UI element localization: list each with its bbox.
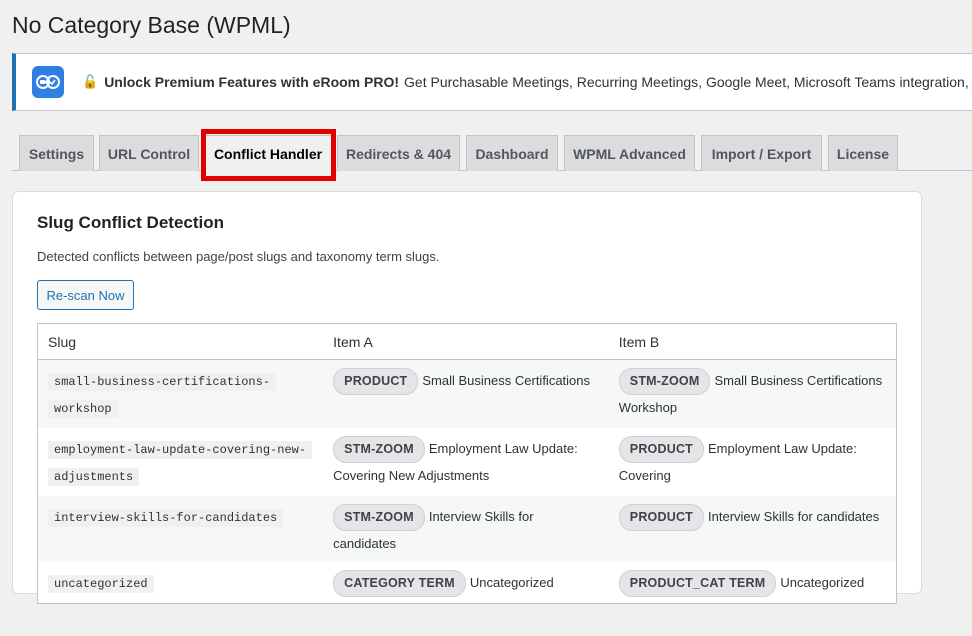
slug-code: small-business-certifications-workshop: [48, 373, 277, 418]
column-header-slug: Slug: [37, 323, 324, 360]
type-badge: STM-ZOOM: [333, 436, 425, 463]
slug-code: employment-law-update-covering-new-adjus…: [48, 441, 313, 486]
tab-import-export[interactable]: Import / Export: [701, 135, 822, 171]
tab-settings[interactable]: Settings: [19, 135, 94, 171]
item-title: Uncategorized: [469, 575, 554, 590]
tab-license[interactable]: License: [828, 135, 898, 171]
item-title: Interview Skills for candidates: [708, 509, 880, 524]
table-row: employment-law-update-covering-new-adjus…: [37, 428, 897, 496]
page-title: No Category Base (WPML): [12, 12, 291, 38]
type-badge: PRODUCT_CAT TERM: [618, 570, 777, 597]
tab-bar: Settings URL Control Conflict Handler Re…: [12, 135, 972, 172]
slug-code: uncategorized: [48, 575, 154, 593]
tab-wpml-advanced[interactable]: WPML Advanced: [564, 135, 695, 171]
column-header-item-a: Item A: [323, 323, 609, 360]
lock-icon: 🔓: [82, 74, 99, 89]
item-title: Small Business Certifications: [422, 373, 591, 388]
type-badge: PRODUCT: [618, 436, 705, 463]
rescan-button[interactable]: Re-scan Now: [37, 280, 134, 310]
type-badge: STM-ZOOM: [618, 368, 711, 395]
tab-url-control[interactable]: URL Control: [99, 135, 199, 171]
slug-code: interview-skills-for-candidates: [48, 509, 284, 527]
notice-headline: Unlock Premium Features with eRoom PRO!: [104, 74, 400, 90]
column-header-item-b: Item B: [608, 323, 897, 360]
type-badge: CATEGORY TERM: [333, 570, 466, 597]
conflict-card: Slug Conflict Detection Detected conflic…: [12, 191, 922, 604]
card-description: Detected conflicts between page/post slu…: [37, 249, 440, 264]
card-title: Slug Conflict Detection: [37, 213, 224, 232]
promo-notice: 🔓 Unlock Premium Features with eRoom PRO…: [12, 53, 972, 111]
table-row: uncategorized CATEGORY TERM Uncategorized…: [37, 562, 897, 604]
notice-text: Get Purchasable Meetings, Recurring Meet…: [404, 74, 972, 90]
tab-redirects-404[interactable]: Redirects & 404: [337, 135, 460, 171]
tab-conflict-handler[interactable]: Conflict Handler: [204, 135, 332, 172]
type-badge: STM-ZOOM: [333, 504, 425, 531]
table-row: small-business-certifications-workshop P…: [37, 359, 897, 428]
conflicts-table: Slug Item A Item B small-business-certif…: [37, 323, 897, 604]
table-row: interview-skills-for-candidates STM-ZOOM…: [37, 496, 897, 562]
type-badge: PRODUCT: [333, 368, 419, 395]
type-badge: PRODUCT: [618, 504, 705, 531]
item-title: Uncategorized: [780, 575, 865, 590]
eroom-logo-icon: [32, 66, 64, 98]
tab-dashboard[interactable]: Dashboard: [466, 135, 558, 171]
